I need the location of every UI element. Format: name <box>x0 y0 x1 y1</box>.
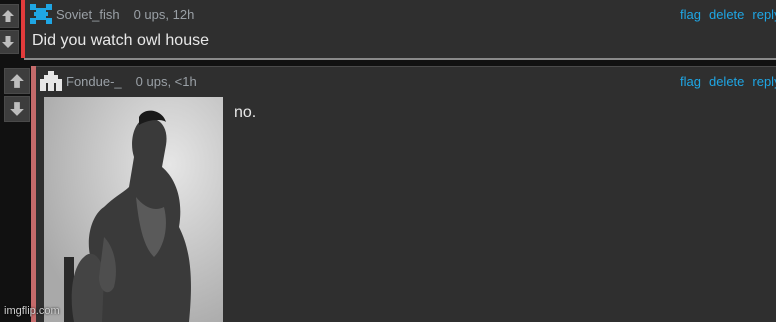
top-comment-vote-column <box>0 4 19 56</box>
username-link[interactable]: Fondue-_ <box>66 74 122 89</box>
reply-link[interactable]: reply <box>752 7 776 22</box>
comment-stats: 0 ups, <1h <box>135 73 197 89</box>
reply-link[interactable]: reply <box>752 74 776 89</box>
reply-comment-actions: flag delete reply <box>680 74 776 89</box>
downvote-button[interactable] <box>4 96 30 122</box>
reply-comment-meta: Fondue-_ 0 ups, <1h <box>40 70 197 92</box>
upvote-button[interactable] <box>0 4 19 28</box>
reply-accent-bar <box>31 66 36 322</box>
arrow-down-icon <box>10 102 24 116</box>
arrow-down-icon <box>2 36 14 48</box>
pixel-avatar-blue-icon[interactable] <box>30 4 52 24</box>
imgflip-watermark: imgflip.com <box>4 305 60 317</box>
top-comment-accent-bar <box>21 0 25 58</box>
reply-vote-column <box>4 68 30 124</box>
arrow-up-icon <box>10 74 24 88</box>
comment-image[interactable] <box>44 97 223 322</box>
flag-link[interactable]: flag <box>680 74 701 89</box>
downvote-button[interactable] <box>0 30 19 54</box>
top-comment-actions: flag delete reply <box>680 7 776 22</box>
comment-text: Did you watch owl house <box>32 32 209 49</box>
top-comment-divider <box>24 58 776 60</box>
comment-text: no. <box>234 104 257 121</box>
upvote-button[interactable] <box>4 68 30 94</box>
man-portrait-image <box>44 97 223 322</box>
username-link[interactable]: Soviet_fish <box>56 7 120 22</box>
pixel-avatar-white-icon[interactable] <box>40 71 62 91</box>
flag-link[interactable]: flag <box>680 7 701 22</box>
arrow-up-icon <box>2 10 14 22</box>
comment-stats: 0 ups, 12h <box>133 6 195 22</box>
delete-link[interactable]: delete <box>709 7 744 22</box>
top-comment-meta: Soviet_fish 0 ups, 12h <box>30 4 194 24</box>
delete-link[interactable]: delete <box>709 74 744 89</box>
